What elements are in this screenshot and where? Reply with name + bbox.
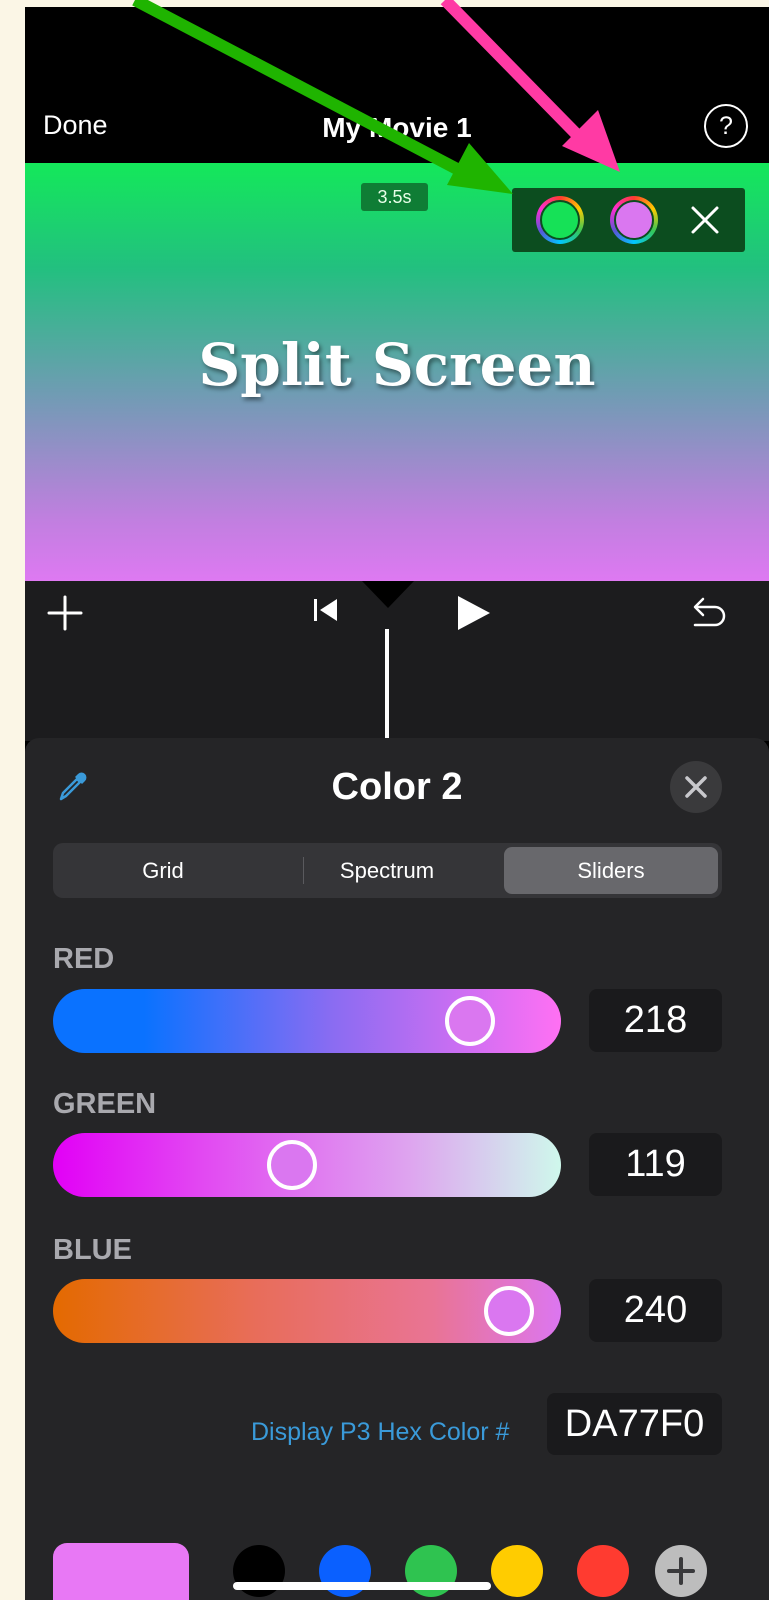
preset-color-yellow[interactable] (491, 1545, 543, 1597)
blue-value-field[interactable]: 240 (589, 1279, 722, 1342)
preset-color-red[interactable] (577, 1545, 629, 1597)
green-slider-label: GREEN (53, 1088, 157, 1120)
background-color-panel (512, 188, 745, 252)
tab-grid[interactable]: Grid (57, 847, 269, 894)
current-color-swatch (53, 1543, 189, 1600)
add-icon (667, 1557, 695, 1585)
blue-slider-label: BLUE (53, 1234, 132, 1266)
green-value-field[interactable]: 119 (589, 1133, 722, 1196)
green-slider[interactable] (53, 1133, 561, 1197)
blue-slider[interactable] (53, 1279, 561, 1343)
red-slider-label: RED (53, 943, 115, 975)
color-1-button[interactable] (536, 196, 584, 244)
video-preview: 3.5s Split Screen (25, 163, 769, 581)
color-2-swatch (614, 200, 654, 240)
picker-title: Color 2 (331, 766, 463, 808)
page-title: My Movie 1 (322, 112, 472, 143)
picker-mode-tabs: Grid Spectrum Sliders (53, 843, 722, 898)
add-color-button[interactable] (655, 1545, 707, 1597)
duration-badge: 3.5s (361, 183, 428, 211)
green-slider-thumb[interactable] (266, 1140, 317, 1190)
blue-slider-thumb[interactable] (483, 1286, 534, 1336)
red-value-field[interactable]: 218 (589, 989, 722, 1052)
playhead-line[interactable] (385, 629, 389, 741)
tab-spectrum[interactable]: Spectrum (281, 847, 493, 894)
tab-sliders[interactable]: Sliders (504, 847, 718, 894)
hex-color-label: Display P3 Hex Color # (251, 1418, 510, 1446)
close-icon[interactable] (687, 202, 723, 238)
play-icon[interactable] (453, 593, 493, 633)
color-1-swatch (540, 200, 580, 240)
playhead-marker (362, 581, 414, 608)
home-indicator (233, 1582, 491, 1590)
hex-color-field[interactable]: DA77F0 (547, 1393, 722, 1455)
app-screen: Done My Movie 1 ? 3.5s Split Screen Colo… (25, 7, 769, 1600)
undo-icon[interactable] (687, 593, 727, 633)
timeline-controls (25, 581, 769, 741)
color-picker-sheet: Color 2 Grid Spectrum Sliders RED 218 GR… (25, 738, 769, 1600)
title-text[interactable]: Split Screen (25, 331, 769, 399)
help-button[interactable]: ? (704, 104, 748, 148)
color-2-button[interactable] (610, 196, 658, 244)
close-icon (685, 776, 707, 798)
red-slider-thumb[interactable] (444, 996, 495, 1046)
add-icon[interactable] (45, 593, 85, 633)
red-slider[interactable] (53, 989, 561, 1053)
picker-close-button[interactable] (670, 761, 722, 813)
skip-to-start-icon[interactable] (311, 595, 343, 625)
